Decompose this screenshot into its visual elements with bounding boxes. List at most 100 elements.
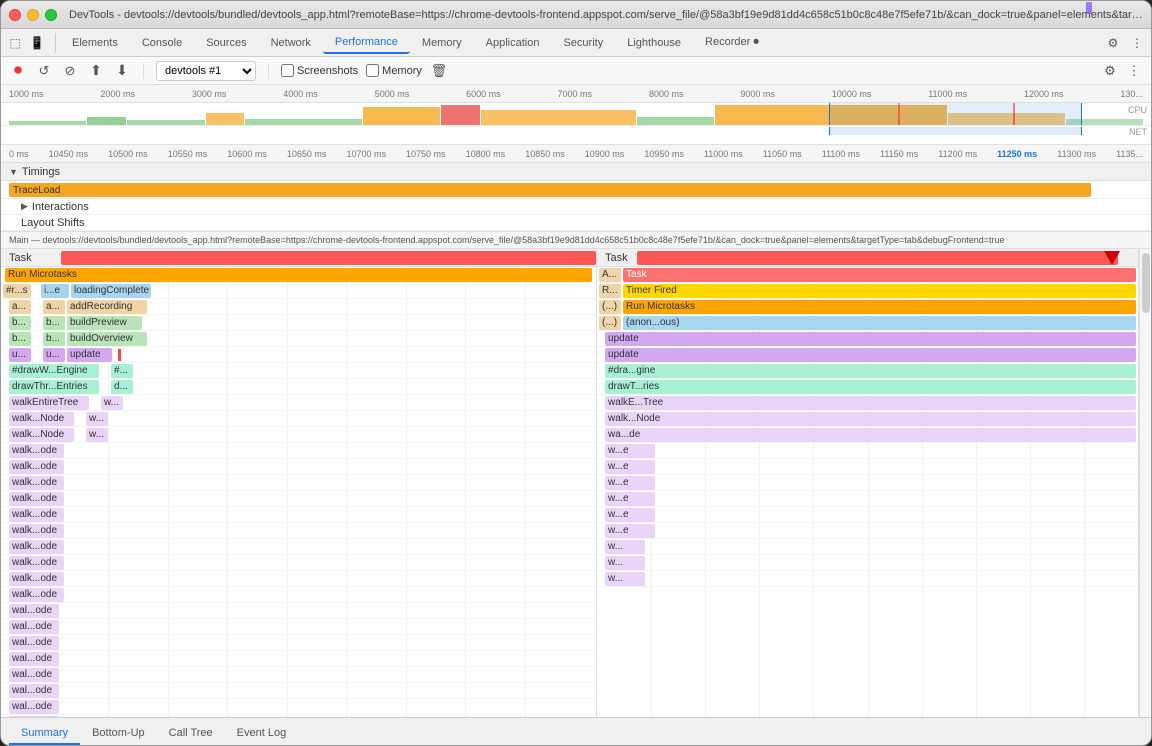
tab-lighthouse[interactable]: Lighthouse <box>615 33 693 53</box>
clear-button[interactable]: ⊘ <box>61 62 79 80</box>
rrow-draw-gine[interactable]: #dra...gine <box>597 363 1138 379</box>
entry-walode-4[interactable]: wal...ode <box>9 652 59 666</box>
entry-walkode-9[interactable]: walk...ode <box>9 572 64 586</box>
tab-network[interactable]: Network <box>259 33 323 53</box>
row-walkode-1[interactable]: walk...ode <box>1 443 596 459</box>
row-walkode-7[interactable]: walk...ode <box>1 539 596 555</box>
left-flame-rows[interactable]: Run Microtasks #r...s i...e loadingCompl… <box>1 267 596 717</box>
rentry-ellip2[interactable]: (...) <box>599 316 621 330</box>
rrow-we-5[interactable]: w...e <box>597 507 1138 523</box>
entry-build-overview[interactable]: buildOverview <box>67 332 147 346</box>
row-walode-8[interactable]: wal...ode <box>1 715 596 717</box>
reload-button[interactable]: ↺ <box>35 62 53 80</box>
rrow-wa-de[interactable]: wa...de <box>597 427 1138 443</box>
rentry-we-5[interactable]: w...e <box>605 508 655 522</box>
layout-shifts-row[interactable]: Layout Shifts <box>1 215 1151 231</box>
rrow-walk-node[interactable]: walk...Node <box>597 411 1138 427</box>
tab-event-log[interactable]: Event Log <box>225 723 299 745</box>
rrow-w-3[interactable]: w... <box>597 571 1138 587</box>
rrow-w-1[interactable]: w... <box>597 539 1138 555</box>
rrow-anon[interactable]: (...) (anon...ous) <box>597 315 1138 331</box>
entry-d[interactable]: d... <box>111 380 133 394</box>
rentry-we-4[interactable]: w...e <box>605 492 655 506</box>
rentry-run-microtasks[interactable]: Run Microtasks <box>623 300 1136 314</box>
entry-loading-complete[interactable]: loadingComplete <box>71 284 151 298</box>
rrow-w-2[interactable]: w... <box>597 555 1138 571</box>
tab-sources[interactable]: Sources <box>194 33 258 53</box>
entry-walode-3[interactable]: wal...ode <box>9 636 59 650</box>
tab-summary[interactable]: Summary <box>9 723 80 745</box>
rentry-update2[interactable]: update <box>605 348 1136 362</box>
row-walode-7[interactable]: wal...ode <box>1 699 596 715</box>
record-button[interactable]: ⏺ <box>9 62 27 80</box>
entry-walode-6[interactable]: wal...ode <box>9 684 59 698</box>
tab-elements[interactable]: Elements <box>60 33 130 53</box>
rrow-a[interactable]: A... Task <box>597 267 1138 283</box>
entry-walkode-7[interactable]: walk...ode <box>9 540 64 554</box>
entry-walkode-4[interactable]: walk...ode <box>9 492 64 506</box>
row-draw-entries[interactable]: drawThr...Entries d... <box>1 379 596 395</box>
rrow-we-6[interactable]: w...e <box>597 523 1138 539</box>
row-walode-2[interactable]: wal...ode <box>1 619 596 635</box>
entry-a1[interactable]: a... <box>9 300 31 314</box>
row-walkode-3[interactable]: walk...ode <box>1 475 596 491</box>
entry-a2[interactable]: a... <box>43 300 65 314</box>
minimize-button[interactable] <box>27 9 39 21</box>
rentry-we-2[interactable]: w...e <box>605 460 655 474</box>
entry-walk-node-1[interactable]: walk...Node <box>9 412 74 426</box>
right-flame-rows[interactable]: A... Task R... Timer Fired (...) Run Mic… <box>597 267 1138 717</box>
rrow-microtask[interactable]: (...) Run Microtasks <box>597 299 1138 315</box>
download-button[interactable]: ⬇ <box>113 62 131 80</box>
entry-update[interactable]: update <box>67 348 112 362</box>
entry-b1[interactable]: b... <box>9 316 31 330</box>
rrow-walk-tree[interactable]: walkE...Tree <box>597 395 1138 411</box>
settings-icon[interactable]: ⚙ <box>1103 33 1123 53</box>
entry-b4[interactable]: b... <box>43 332 65 346</box>
entry-walode-5[interactable]: wal...ode <box>9 668 59 682</box>
row-walode-3[interactable]: wal...ode <box>1 635 596 651</box>
entry-walk-node-2[interactable]: walk...Node <box>9 428 74 442</box>
rentry-wa-de[interactable]: wa...de <box>605 428 1136 442</box>
entry-build-preview[interactable]: buildPreview <box>67 316 142 330</box>
row-4[interactable]: b... b... buildOverview <box>1 331 596 347</box>
entry-walode-1[interactable]: wal...ode <box>9 604 59 618</box>
entry-walkode-2[interactable]: walk...ode <box>9 460 64 474</box>
entry-walk-entire[interactable]: walkEntireTree <box>9 396 89 410</box>
entry-draw-engine[interactable]: #drawW...Engine <box>9 364 99 378</box>
rrow-we-2[interactable]: w...e <box>597 459 1138 475</box>
row-walkode-2[interactable]: walk...ode <box>1 459 596 475</box>
trash-button[interactable]: 🗑 <box>430 62 448 80</box>
tab-performance[interactable]: Performance <box>323 32 410 54</box>
row-update[interactable]: u... u... update <box>1 347 596 363</box>
entry-ie[interactable]: i...e <box>41 284 69 298</box>
inspect-icon[interactable]: ⬚ <box>5 33 25 53</box>
device-icon[interactable]: 📱 <box>27 33 47 53</box>
row-run-microtasks[interactable]: Run Microtasks <box>1 267 596 283</box>
entry-u[interactable]: u... <box>9 348 31 362</box>
rentry-timer-fired[interactable]: Timer Fired <box>623 284 1136 298</box>
upload-button[interactable]: ⬆ <box>87 62 105 80</box>
close-button[interactable] <box>9 9 21 21</box>
row-walkode-6[interactable]: walk...ode <box>1 523 596 539</box>
row-1[interactable]: #r...s i...e loadingComplete <box>1 283 596 299</box>
entry-hash[interactable]: #... <box>111 364 133 378</box>
rentry-r[interactable]: R... <box>599 284 621 298</box>
rentry-update1[interactable]: update <box>605 332 1136 346</box>
row-walkode-10[interactable]: walk...ode <box>1 587 596 603</box>
entry-u2[interactable]: u... <box>43 348 65 362</box>
maximize-button[interactable] <box>45 9 57 21</box>
selection-highlight[interactable] <box>829 103 1082 125</box>
rrow-we-4[interactable]: w...e <box>597 491 1138 507</box>
row-walode-1[interactable]: wal...ode <box>1 603 596 619</box>
row-walode-6[interactable]: wal...ode <box>1 683 596 699</box>
entry-w3[interactable]: w... <box>86 428 108 442</box>
rentry-w-3[interactable]: w... <box>605 572 645 586</box>
timings-header[interactable]: ▼ Timings <box>1 163 1151 181</box>
tab-security[interactable]: Security <box>551 33 615 53</box>
entry-b2[interactable]: b... <box>43 316 65 330</box>
row-walode-4[interactable]: wal...ode <box>1 651 596 667</box>
entry-draw-entries[interactable]: drawThr...Entries <box>9 380 99 394</box>
settings-button[interactable]: ⚙ <box>1101 62 1119 80</box>
tab-memory[interactable]: Memory <box>410 33 474 53</box>
tab-application[interactable]: Application <box>474 33 552 53</box>
